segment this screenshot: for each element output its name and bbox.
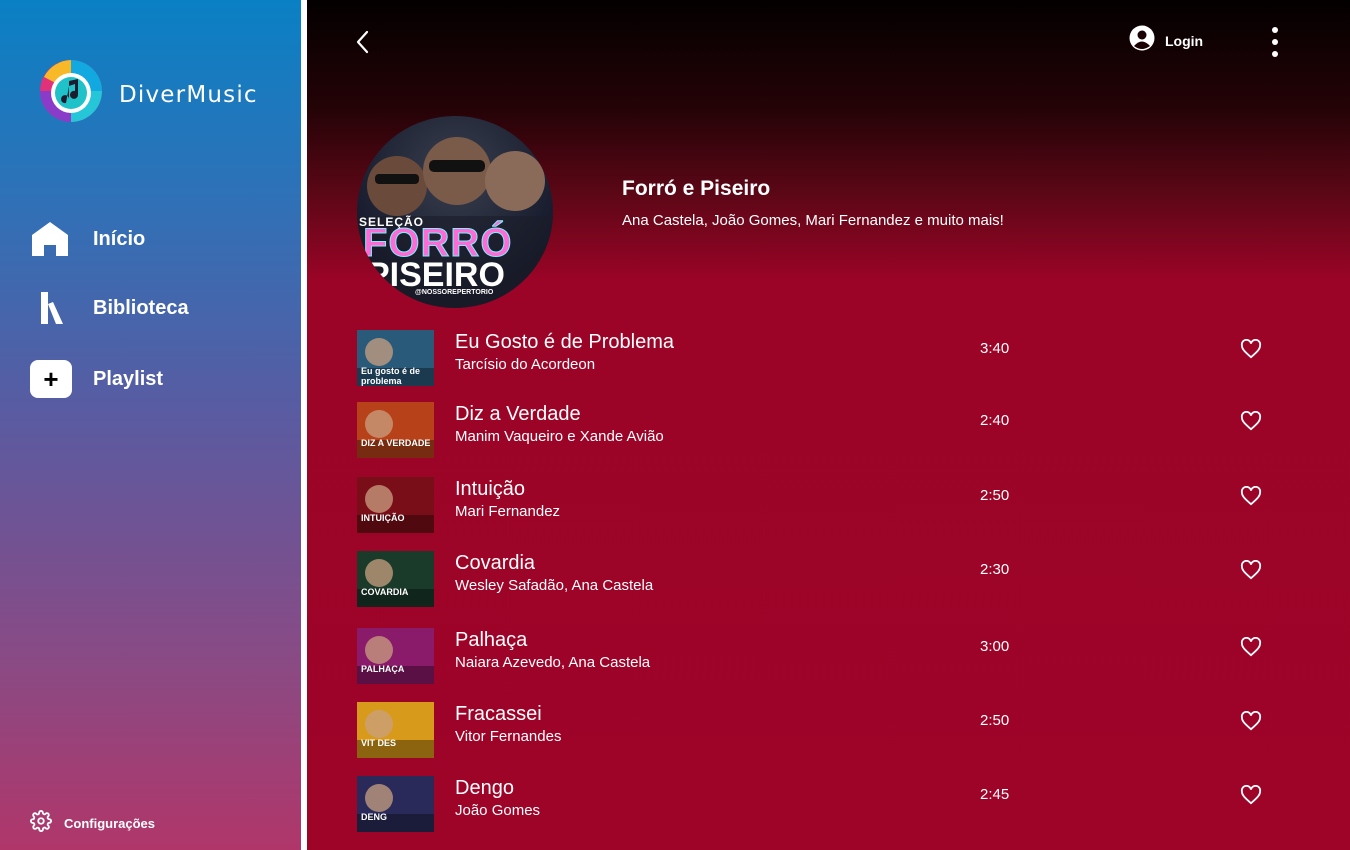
home-icon (30, 219, 70, 259)
track-row[interactable]: PALHAÇA Palhaça Naiara Azevedo, Ana Castel… (357, 628, 1287, 688)
thumbnail-art (357, 628, 434, 684)
more-options-icon[interactable] (1268, 26, 1282, 60)
library-icon (30, 288, 70, 328)
track-duration: 2:45 (980, 786, 1010, 803)
thumbnail-text: INTUIÇÃO (361, 513, 405, 523)
sidebar-item-label: Biblioteca (93, 296, 189, 319)
track-duration: 3:40 (980, 340, 1010, 357)
thumbnail-art (357, 402, 434, 458)
track-duration: 2:40 (980, 412, 1010, 429)
track-row[interactable]: Eu gosto é de problema Eu Gosto é de Prob… (357, 330, 1287, 390)
thumbnail-text: DENG (361, 812, 388, 822)
playlist-cover: SELEÇÃO FORRÓ PISEIRO @NOSSOREPERTORIO (357, 116, 553, 308)
main-content: Login SELEÇÃO FORRÓ PISEIRO @NOSSOREPERT… (307, 0, 1350, 850)
track-row[interactable]: COVARDIA Covardia Wesley Safadão, Ana Cast… (357, 551, 1287, 611)
track-row[interactable]: INTUIÇÃO Intuição Mari Fernandez 2:50 (357, 477, 1287, 537)
thumbnail-text: DIZ A VERDADE (361, 438, 431, 448)
track-thumbnail: PALHAÇA (357, 628, 434, 684)
sidebar-item-playlist[interactable]: + Playlist (30, 359, 163, 399)
track-duration: 3:00 (980, 638, 1010, 655)
track-title: Dengo (455, 777, 514, 799)
login-button[interactable]: Login (1129, 25, 1203, 56)
thumbnail-text: Eu gosto é de problema (361, 366, 421, 386)
track-title: Palhaça (455, 629, 528, 651)
thumbnail-art (357, 477, 434, 533)
playlist-title: Forró e Piseiro (622, 177, 771, 200)
track-artist: Naiara Azevedo, Ana Castela (455, 654, 651, 671)
thumbnail-art (357, 702, 434, 758)
track-artist: Manim Vaqueiro e Xande Avião (455, 428, 664, 445)
track-artist: Mari Fernandez (455, 503, 561, 520)
track-title: Diz a Verdade (455, 403, 581, 425)
chevron-left-icon (356, 30, 369, 54)
settings-label: Configurações (64, 816, 156, 831)
user-icon (1129, 25, 1155, 56)
plus-icon: + (30, 360, 72, 398)
track-duration: 2:50 (980, 712, 1010, 729)
track-title: Eu Gosto é de Problema (455, 331, 675, 353)
heart-icon[interactable] (1240, 338, 1262, 359)
heart-icon[interactable] (1240, 636, 1262, 657)
track-artist: Vitor Fernandes (455, 728, 562, 745)
thumbnail-text: COVARDIA (361, 587, 409, 597)
track-title: Covardia (455, 552, 536, 574)
track-row[interactable]: DENG Dengo João Gomes 2:45 (357, 776, 1287, 836)
track-artist: Tarcísio do Acordeon (455, 356, 596, 373)
heart-icon[interactable] (1240, 410, 1262, 431)
thumbnail-art (357, 551, 434, 607)
settings-link[interactable]: Configurações (30, 810, 155, 837)
track-thumbnail: DENG (357, 776, 434, 832)
track-title: Intuição (455, 478, 526, 500)
sidebar-item-label: Início (93, 227, 146, 250)
heart-icon[interactable] (1240, 784, 1262, 805)
thumbnail-art (357, 776, 434, 832)
track-title: Fracassei (455, 703, 542, 725)
cover-tag: @NOSSOREPERTORIO (415, 289, 494, 296)
heart-icon[interactable] (1240, 710, 1262, 731)
sidebar-item-inicio[interactable]: Início (30, 219, 145, 259)
track-thumbnail: Eu gosto é de problema (357, 330, 434, 386)
login-label: Login (1165, 32, 1204, 49)
track-artist: João Gomes (455, 802, 541, 819)
sidebar: DiverMusic Início Biblioteca + Playlist … (0, 0, 301, 850)
track-thumbnail: DIZ A VERDADE (357, 402, 434, 458)
track-duration: 2:30 (980, 561, 1010, 578)
track-row[interactable]: DIZ A VERDADE Diz a Verdade Manim Vaqueiro… (357, 402, 1287, 462)
track-duration: 2:50 (980, 487, 1010, 504)
track-thumbnail: INTUIÇÃO (357, 477, 434, 533)
sidebar-item-label: Playlist (93, 367, 164, 390)
track-thumbnail: VIT DES (357, 702, 434, 758)
track-row[interactable]: VIT DES Fracassei Vitor Fernandes 2:50 (357, 702, 1287, 762)
playlist-subtitle: Ana Castela, João Gomes, Mari Fernandez … (622, 212, 1004, 229)
thumbnail-text: PALHAÇA (361, 664, 405, 674)
heart-icon[interactable] (1240, 559, 1262, 580)
app-logo[interactable] (36, 57, 106, 123)
track-thumbnail: COVARDIA (357, 551, 434, 607)
heart-icon[interactable] (1240, 485, 1262, 506)
track-artist: Wesley Safadão, Ana Castela (455, 577, 654, 594)
gear-icon (30, 810, 52, 837)
app-brand-name: DiverMusic (119, 82, 258, 108)
back-button[interactable] (353, 30, 373, 54)
sidebar-item-biblioteca[interactable]: Biblioteca (30, 288, 189, 328)
thumbnail-text: VIT DES (361, 738, 397, 748)
